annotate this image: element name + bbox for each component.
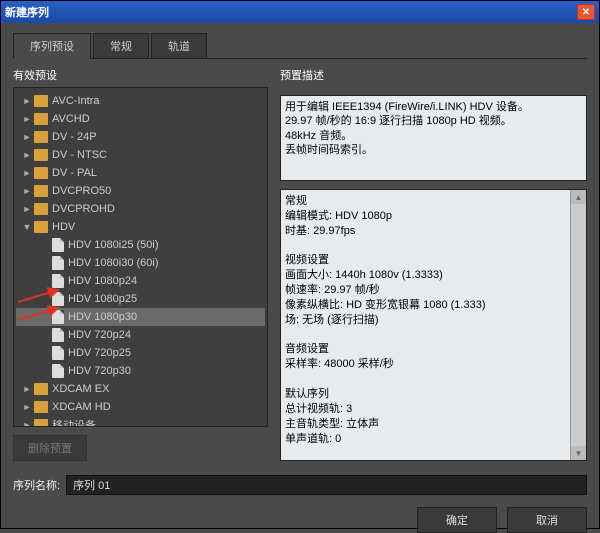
sequence-name-input[interactable] <box>66 475 587 495</box>
preset-description[interactable] <box>280 95 587 181</box>
tree-item-label: HDV 1080i25 (50i) <box>68 239 159 251</box>
tree-item[interactable]: HDV 720p25 <box>16 344 265 362</box>
left-group-label: 有效预设 <box>13 67 268 83</box>
preset-tree-panel: ► AVC-Intra ► AVCHD ► DV - 24P ► DV - NTSC ► DV -… <box>13 87 268 427</box>
preset-properties[interactable]: 常规 编辑模式: HDV 1080p 时基: 29.97fps 视频设置 画面大… <box>281 190 586 460</box>
tab-strip: 序列预设 常规 轨道 <box>13 33 587 59</box>
dialog-window: 新建序列 ✕ 序列预设 常规 轨道 有效预设 ►AVC-Intra►AVCHD►… <box>0 0 600 529</box>
window-title: 新建序列 <box>5 4 577 20</box>
tree-folder[interactable]: ► AVC-Intra <box>16 92 265 110</box>
twisty-icon[interactable]: ► <box>22 420 32 426</box>
twisty-icon[interactable]: ► <box>22 402 32 412</box>
preset-properties-panel: 常规 编辑模式: HDV 1080p 时基: 29.97fps 视频设置 画面大… <box>280 189 587 461</box>
tree-folder[interactable]: ► DV - PAL <box>16 164 265 182</box>
titlebar: 新建序列 ✕ <box>1 1 599 23</box>
close-button[interactable]: ✕ <box>577 4 595 20</box>
tree-item-label: HDV 1080p25 <box>68 293 137 305</box>
tree-folder[interactable]: ► DVCPRO50 <box>16 182 265 200</box>
preset-file-icon <box>52 256 64 270</box>
tree-folder[interactable]: ► DVCPROHD <box>16 200 265 218</box>
folder-icon <box>34 185 48 197</box>
folder-icon <box>34 221 48 233</box>
preset-file-icon <box>52 310 64 324</box>
folder-icon <box>34 95 48 107</box>
tree-item-label: HDV 720p25 <box>68 347 131 359</box>
folder-icon <box>34 383 48 395</box>
right-group-label: 预置描述 <box>280 67 587 83</box>
tree-item[interactable]: HDV 720p24 <box>16 326 265 344</box>
tree-item[interactable]: HDV 720p30 <box>16 362 265 380</box>
tree-item-label: XDCAM HD <box>52 401 111 413</box>
twisty-icon[interactable]: ► <box>22 168 32 178</box>
scrollbar[interactable]: ▲ ▼ <box>570 190 586 460</box>
tree-folder[interactable]: ► AVCHD <box>16 110 265 128</box>
tab-preset[interactable]: 序列预设 <box>13 33 91 59</box>
twisty-icon[interactable]: ► <box>22 132 32 142</box>
tab-general[interactable]: 常规 <box>93 33 149 58</box>
tree-item-label: DVCPROHD <box>52 203 115 215</box>
preset-tree[interactable]: ► AVC-Intra ► AVCHD ► DV - 24P ► DV - NTSC ► DV -… <box>14 88 267 426</box>
cancel-button[interactable]: 取消 <box>507 507 587 533</box>
tree-item-label: DV - NTSC <box>52 149 107 161</box>
twisty-icon[interactable]: ► <box>22 186 32 196</box>
ok-button[interactable]: 确定 <box>417 507 497 533</box>
folder-icon <box>34 203 48 215</box>
folder-icon <box>34 401 48 413</box>
tree-item[interactable]: HDV 1080i30 (60i) <box>16 254 265 272</box>
tree-item-label: DVCPRO50 <box>52 185 111 197</box>
folder-icon <box>34 167 48 179</box>
folder-icon <box>34 419 48 426</box>
tree-item-label: DV - 24P <box>52 131 97 143</box>
preset-file-icon <box>52 238 64 252</box>
tree-folder[interactable]: ► XDCAM HD <box>16 398 265 416</box>
tree-item-label: HDV 1080p24 <box>68 275 137 287</box>
tree-item-label: AVC-Intra <box>52 95 99 107</box>
tree-item-label: AVCHD <box>52 113 90 125</box>
tree-item-label: HDV 720p30 <box>68 365 131 377</box>
twisty-icon[interactable]: ► <box>22 96 32 106</box>
tree-item-label: HDV 1080i30 (60i) <box>68 257 159 269</box>
tree-item-label: XDCAM EX <box>52 383 109 395</box>
delete-preset-button: 删除预置 <box>13 435 87 461</box>
folder-icon <box>34 149 48 161</box>
sequence-name-label: 序列名称: <box>13 477 60 493</box>
tree-item[interactable]: HDV 1080p25 <box>16 290 265 308</box>
tree-item-label: HDV <box>52 221 75 233</box>
folder-icon <box>34 113 48 125</box>
tree-folder[interactable]: ► DV - 24P <box>16 128 265 146</box>
tree-item-label: 移动设备 <box>52 417 96 426</box>
tree-item[interactable]: HDV 1080p24 <box>16 272 265 290</box>
folder-icon <box>34 131 48 143</box>
tree-item-label: HDV 720p24 <box>68 329 131 341</box>
twisty-icon[interactable]: ► <box>22 204 32 214</box>
preset-file-icon <box>52 346 64 360</box>
twisty-icon[interactable]: ▼ <box>22 222 32 232</box>
twisty-icon[interactable]: ► <box>22 114 32 124</box>
scroll-up-icon[interactable]: ▲ <box>571 190 586 204</box>
preset-file-icon <box>52 364 64 378</box>
twisty-icon[interactable]: ► <box>22 150 32 160</box>
tree-folder[interactable]: ► 移动设备 <box>16 416 265 426</box>
scroll-down-icon[interactable]: ▼ <box>571 446 586 460</box>
preset-file-icon <box>52 274 64 288</box>
preset-file-icon <box>52 292 64 306</box>
preset-file-icon <box>52 328 64 342</box>
tree-folder[interactable]: ► DV - NTSC <box>16 146 265 164</box>
tree-folder[interactable]: ► XDCAM EX <box>16 380 265 398</box>
tree-item-label: DV - PAL <box>52 167 97 179</box>
tree-folder[interactable]: ▼ HDV <box>16 218 265 236</box>
tree-item-label: HDV 1080p30 <box>68 311 137 323</box>
tab-tracks[interactable]: 轨道 <box>151 33 207 58</box>
tree-item[interactable]: HDV 1080i25 (50i) <box>16 236 265 254</box>
tree-item[interactable]: HDV 1080p30 <box>16 308 265 326</box>
twisty-icon[interactable]: ► <box>22 384 32 394</box>
